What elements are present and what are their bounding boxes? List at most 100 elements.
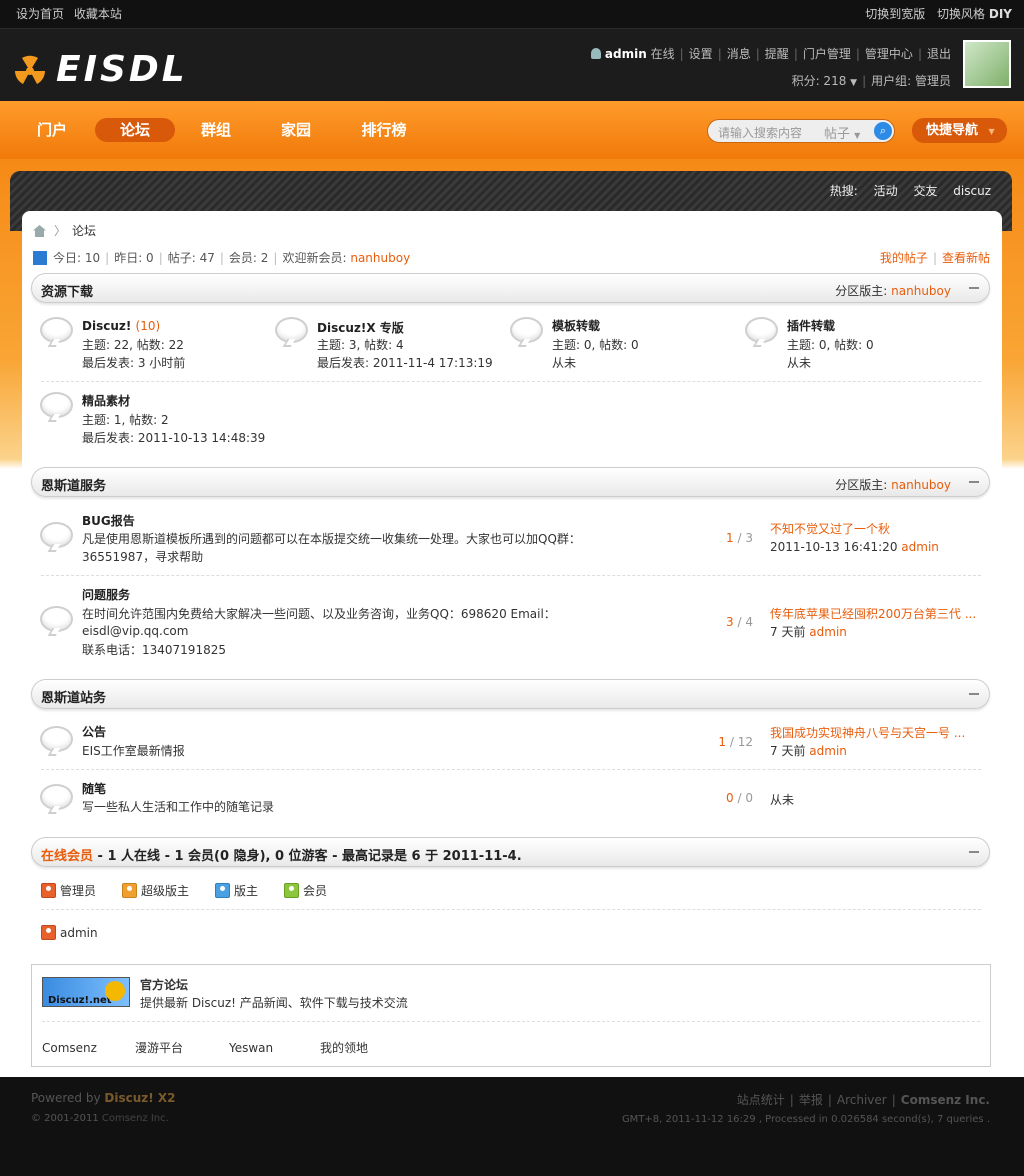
search-icon[interactable]: ⌕ xyxy=(874,122,892,140)
section-title[interactable]: 资源下载 xyxy=(41,281,93,300)
collapse-icon[interactable] xyxy=(969,287,979,289)
section-title[interactable]: 恩斯道服务 xyxy=(41,475,106,494)
last-post-user[interactable]: admin xyxy=(809,625,847,639)
last-post-title[interactable]: 传年底苹果已经囤积200万台第三代 ... xyxy=(770,605,980,622)
my-posts-link[interactable]: 我的帖子 xyxy=(880,251,928,265)
user-group: 用户组: 管理员 xyxy=(871,74,951,88)
avatar[interactable] xyxy=(963,40,1011,88)
portal-admin-link[interactable]: 门户管理 xyxy=(803,47,851,61)
footer: Powered by Discuz! X2 © 2001-2011 Comsen… xyxy=(0,1077,1024,1176)
last-post-meta: 7 天前 admin xyxy=(770,744,847,758)
username[interactable]: admin xyxy=(605,47,647,61)
link-title[interactable]: 官方论坛 xyxy=(140,976,188,993)
section-header: 恩斯道站务 xyxy=(31,679,990,709)
forum-desc: EIS工作室最新情报 xyxy=(82,744,185,758)
discuz-logo[interactable]: Discuz!.net xyxy=(42,977,130,1007)
logout-link[interactable]: 退出 xyxy=(927,47,951,61)
forum-name[interactable]: 随笔 xyxy=(82,780,106,797)
moderator-link[interactable]: nanhuboy xyxy=(891,478,951,492)
forum-last: 最后发表: 2011-10-13 14:48:39 xyxy=(82,431,266,445)
notices-link[interactable]: 提醒 xyxy=(765,47,789,61)
user-icon xyxy=(215,883,231,898)
nav-home[interactable]: 家园 xyxy=(268,118,324,142)
nav-groups[interactable]: 群组 xyxy=(188,118,244,142)
quick-nav-button[interactable]: 快捷导航 ▼ xyxy=(912,118,1007,143)
forum-name[interactable]: BUG报告 xyxy=(82,512,135,529)
new-posts-link[interactable]: 查看新帖 xyxy=(942,251,990,265)
text-link[interactable]: Comsenz xyxy=(42,1041,97,1055)
online-legend: 管理员 超级版主 版主 会员 xyxy=(41,882,353,899)
header: EISDL admin 在线 | 设置 | 消息 | 提醒 | 门户管理 | 管理中心 | 退出 积分:… xyxy=(0,28,1024,101)
stats-link[interactable]: 站点统计 xyxy=(737,1093,785,1107)
stat-posts: 帖子: 47 xyxy=(167,251,215,265)
footer-links: 站点统计 | 举报 | Archiver | Comsenz Inc. xyxy=(736,1093,990,1107)
moderator-link[interactable]: nanhuboy xyxy=(891,284,951,298)
admin-center-link[interactable]: 管理中心 xyxy=(865,47,913,61)
forum-stat: 主题: 22, 帖数: 22 xyxy=(82,338,184,352)
forum-desc: 联系电话：13407191825 xyxy=(82,643,226,657)
hot-item[interactable]: discuz xyxy=(953,184,991,198)
forum-name[interactable]: 模板转载 xyxy=(552,317,600,334)
logo-text: EISDL xyxy=(56,48,188,90)
online-title[interactable]: 在线会员 - 1 人在线 - 1 会员(0 隐身), 0 位游客 - 最高记录是… xyxy=(41,845,522,864)
forum-counts: 1 / 3 xyxy=(726,531,753,545)
collapse-icon[interactable] xyxy=(969,481,979,483)
nav-forum[interactable]: 论坛 xyxy=(95,118,175,142)
last-post-title[interactable]: 我国成功实现神舟八号与天宫一号 ... xyxy=(770,724,980,741)
wide-mode-link[interactable]: 切换到宽版 xyxy=(865,7,925,21)
forum-name[interactable]: 精品素材 xyxy=(82,392,130,409)
company-link[interactable]: Comsenz Inc. xyxy=(102,1113,169,1124)
newest-member-link[interactable]: nanhuboy xyxy=(350,251,410,265)
messages-link[interactable]: 消息 xyxy=(727,47,751,61)
forum-desc: eisdl@vip.qq.com xyxy=(82,624,189,638)
forum-bubble-icon xyxy=(40,392,73,418)
forum-bubble-icon xyxy=(40,726,73,752)
hot-label: 热搜: xyxy=(829,184,858,198)
stat-today: 今日: 10 xyxy=(53,251,101,265)
product-link[interactable]: Discuz! X2 xyxy=(104,1091,175,1105)
text-link[interactable]: Yeswan xyxy=(229,1041,273,1055)
last-post-title[interactable]: 不知不觉又过了一个秋 xyxy=(770,520,980,537)
user-stats: 积分: 218 ▼ | 用户组: 管理员 xyxy=(791,74,951,88)
archiver-link[interactable]: Archiver xyxy=(837,1093,887,1107)
forum-name[interactable]: 公告 xyxy=(82,723,106,740)
online-user[interactable]: admin xyxy=(41,925,98,940)
section-title[interactable]: 恩斯道站务 xyxy=(41,687,106,706)
hot-item[interactable]: 活动 xyxy=(874,184,898,198)
legend-mod: 版主 xyxy=(215,882,258,899)
forum-name[interactable]: 插件转载 xyxy=(787,317,835,334)
text-link[interactable]: 漫游平台 xyxy=(135,1039,183,1056)
user-icon xyxy=(41,925,56,940)
collapse-icon[interactable] xyxy=(969,851,979,853)
last-post-user[interactable]: admin xyxy=(809,744,847,758)
collapse-icon[interactable] xyxy=(969,693,979,695)
friend-links: Discuz!.net 官方论坛 提供最新 Discuz! 产品新闻、软件下载与… xyxy=(31,964,991,1067)
hot-item[interactable]: 交友 xyxy=(913,184,937,198)
bookmark-link[interactable]: 收藏本站 xyxy=(74,7,122,21)
comsenz-link[interactable]: Comsenz Inc. xyxy=(901,1093,990,1107)
settings-link[interactable]: 设置 xyxy=(689,47,713,61)
site-logo[interactable]: EISDL xyxy=(12,48,188,90)
text-link[interactable]: 我的领地 xyxy=(320,1039,368,1056)
home-icon[interactable] xyxy=(33,225,46,237)
forum-name[interactable]: Discuz! (10) xyxy=(82,319,160,333)
forum-stat: 主题: 0, 帖数: 0 xyxy=(552,338,639,352)
forum-bubble-icon xyxy=(745,317,778,343)
forum-bubble-icon xyxy=(510,317,543,343)
user-icon xyxy=(591,48,602,59)
forum-name[interactable]: Discuz!X 专版 xyxy=(317,319,404,336)
nav-ranking[interactable]: 排行榜 xyxy=(352,118,416,142)
last-post-user[interactable]: admin xyxy=(901,540,939,554)
diy-link[interactable]: DIY xyxy=(989,7,1012,21)
switch-style-link[interactable]: 切换风格 xyxy=(937,7,985,21)
forum-name[interactable]: 问题服务 xyxy=(82,586,130,603)
user-links: admin 在线 | 设置 | 消息 | 提醒 | 门户管理 | 管理中心 | 退出 xyxy=(591,45,951,62)
new-count: (10) xyxy=(135,319,161,333)
search-input[interactable]: 请输入搜索内容 xyxy=(718,124,802,141)
search-type-select[interactable]: 帖子 ▼ xyxy=(824,123,860,142)
report-link[interactable]: 举报 xyxy=(799,1093,823,1107)
points-menu[interactable]: 积分: 218 xyxy=(792,74,847,88)
nav-portal[interactable]: 门户 xyxy=(24,118,80,142)
breadcrumb-current[interactable]: 论坛 xyxy=(72,224,96,238)
set-home-link[interactable]: 设为首页 xyxy=(16,7,64,21)
